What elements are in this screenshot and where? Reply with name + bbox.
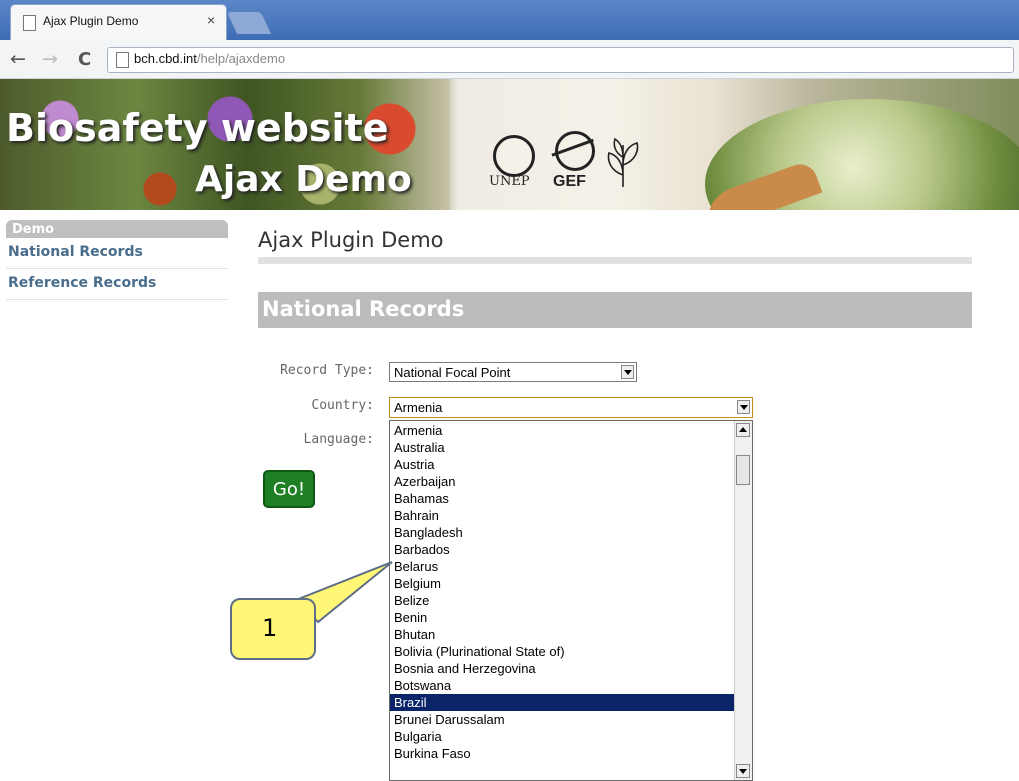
page-icon xyxy=(23,15,36,31)
gef-label: GEF xyxy=(553,173,586,190)
site-banner: Biosafety website Ajax Demo UNEP GEF xyxy=(0,79,1019,210)
dropdown-option[interactable]: Bangladesh xyxy=(390,524,736,541)
sidebar-item-reference-records[interactable]: Reference Records xyxy=(6,269,228,300)
url-text: bch.cbd.int/help/ajaxdemo xyxy=(134,51,285,66)
scroll-up-icon[interactable] xyxy=(736,423,750,437)
chevron-down-icon[interactable] xyxy=(621,365,634,379)
dropdown-option[interactable]: Australia xyxy=(390,439,736,456)
partner-logos: UNEP GEF xyxy=(485,131,685,193)
dropdown-option[interactable]: Benin xyxy=(390,609,736,626)
new-tab-button[interactable] xyxy=(226,12,272,34)
sidebar-nav: Demo National Records Reference Records xyxy=(6,220,228,300)
browser-tab[interactable]: Ajax Plugin Demo × xyxy=(10,4,227,41)
back-icon[interactable]: ← xyxy=(10,48,26,70)
callout-number: 1 xyxy=(262,614,278,642)
forward-icon[interactable]: → xyxy=(42,48,58,70)
address-bar[interactable]: bch.cbd.int/help/ajaxdemo xyxy=(107,47,1014,73)
dropdown-option[interactable]: Armenia xyxy=(390,422,736,439)
browser-tab-strip: Ajax Plugin Demo × xyxy=(0,0,1019,41)
reload-icon[interactable]: C xyxy=(78,49,91,70)
dropdown-option[interactable]: Botswana xyxy=(390,677,736,694)
tab-title: Ajax Plugin Demo xyxy=(43,14,139,28)
scroll-thumb[interactable] xyxy=(736,455,750,485)
dropdown-option[interactable]: Bahamas xyxy=(390,490,736,507)
gef-logo-icon xyxy=(555,131,595,171)
country-dropdown-list[interactable]: Armenia Australia Austria Azerbaijan Bahamas… xyxy=(389,420,753,781)
record-type-label: Record Type: xyxy=(280,363,374,378)
dropdown-option[interactable]: Burkina Faso xyxy=(390,745,736,762)
go-button[interactable]: Go! xyxy=(263,470,315,508)
dropdown-option[interactable]: Belarus xyxy=(390,558,736,575)
record-type-select[interactable]: National Focal Point xyxy=(389,362,637,382)
dropdown-option[interactable]: Brunei Darussalam xyxy=(390,711,736,728)
record-type-value: National Focal Point xyxy=(394,365,511,380)
dropdown-option[interactable]: Belize xyxy=(390,592,736,609)
dropdown-option[interactable]: Belgium xyxy=(390,575,736,592)
country-select[interactable]: Armenia xyxy=(389,397,753,418)
dropdown-option[interactable]: Bahrain xyxy=(390,507,736,524)
page-title: Ajax Plugin Demo xyxy=(258,228,444,252)
url-host: bch.cbd.int xyxy=(134,51,197,66)
dropdown-option[interactable]: Bosnia and Herzegovina xyxy=(390,660,736,677)
dropdown-option[interactable]: Barbados xyxy=(390,541,736,558)
country-label: Country: xyxy=(311,398,374,413)
banner-title-line2: Ajax Demo xyxy=(195,159,412,200)
dropdown-options: Armenia Australia Austria Azerbaijan Bahamas… xyxy=(390,422,736,762)
dropdown-option[interactable]: Bolivia (Plurinational State of) xyxy=(390,643,736,660)
leaf-logo-icon xyxy=(607,137,639,187)
scroll-down-icon[interactable] xyxy=(736,764,750,778)
unep-logo-icon xyxy=(493,135,535,177)
callout-box: 1 xyxy=(230,598,316,660)
close-icon[interactable]: × xyxy=(207,12,215,28)
dropdown-scrollbar[interactable] xyxy=(734,421,752,780)
page-icon xyxy=(116,52,129,68)
chevron-down-icon[interactable] xyxy=(737,400,750,414)
dropdown-option[interactable]: Azerbaijan xyxy=(390,473,736,490)
browser-toolbar: ← → C bch.cbd.int/help/ajaxdemo xyxy=(0,40,1019,79)
dropdown-option[interactable]: Bulgaria xyxy=(390,728,736,745)
dropdown-option[interactable]: Austria xyxy=(390,456,736,473)
dropdown-option[interactable]: Bhutan xyxy=(390,626,736,643)
section-title: National Records xyxy=(262,297,465,321)
title-divider xyxy=(258,257,972,264)
country-value: Armenia xyxy=(394,400,443,415)
sidebar-header: Demo xyxy=(6,220,228,238)
language-label: Language: xyxy=(303,432,374,447)
banner-title-line1: Biosafety website xyxy=(6,106,389,150)
sidebar-item-national-records[interactable]: National Records xyxy=(6,238,228,269)
dropdown-option[interactable]: Brazil xyxy=(390,694,736,711)
unep-label: UNEP xyxy=(489,174,530,189)
url-path: /help/ajaxdemo xyxy=(196,51,286,66)
section-header: National Records xyxy=(258,292,972,328)
